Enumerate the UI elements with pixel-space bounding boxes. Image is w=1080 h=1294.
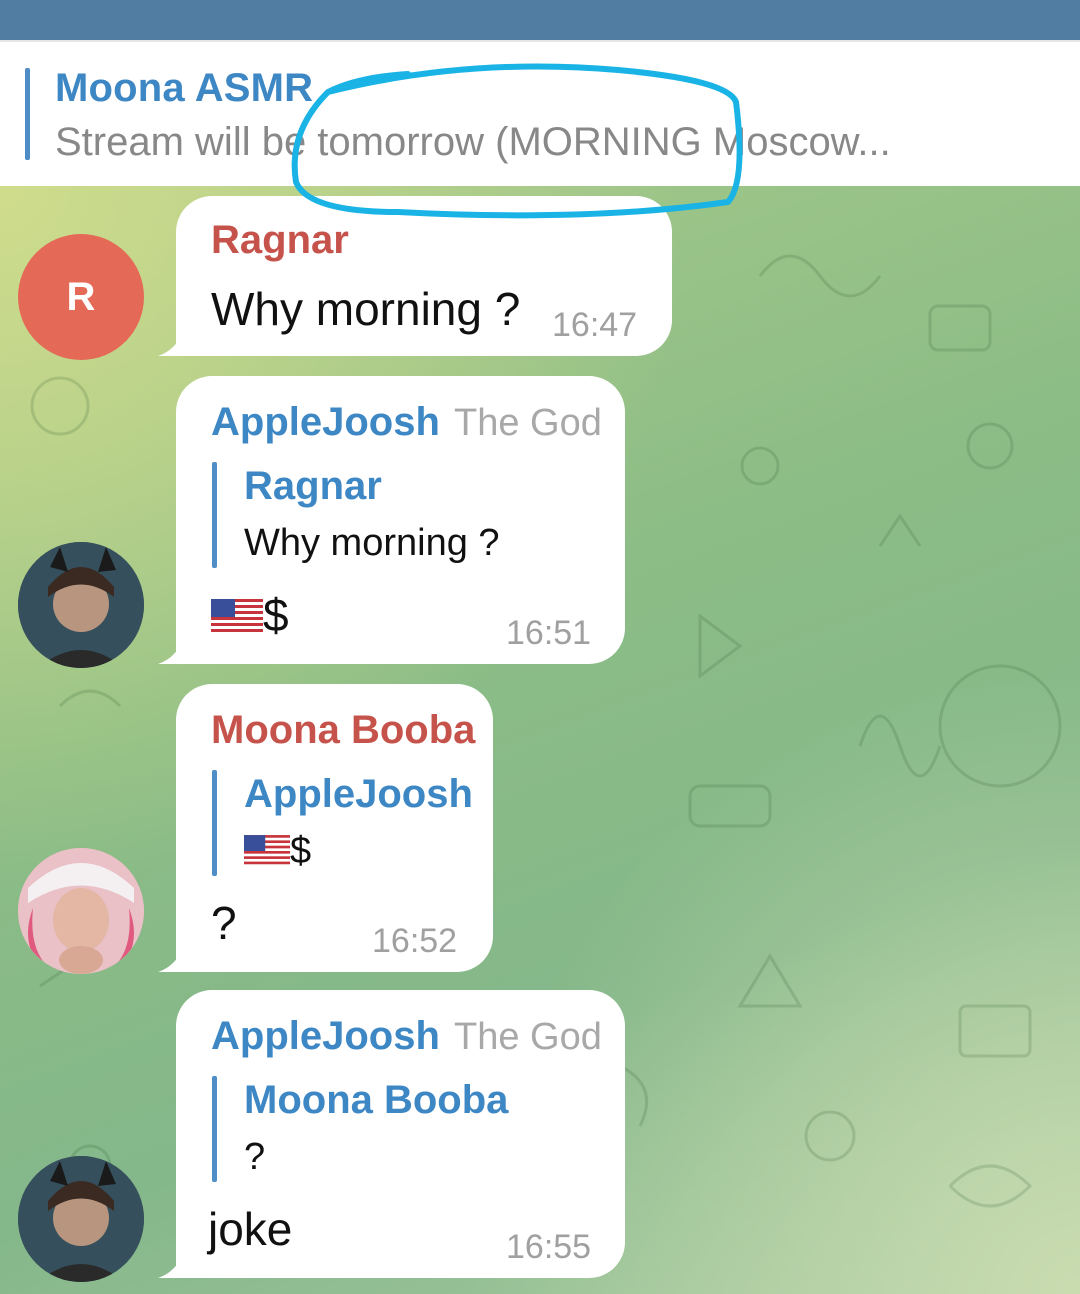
reply-text: $ — [290, 830, 312, 872]
reply-sender: AppleJoosh — [244, 772, 473, 816]
reply-sender: Ragnar — [244, 464, 382, 508]
message-text: ? — [211, 897, 237, 949]
reply-sender: Moona Booba — [244, 1078, 509, 1122]
message-text: joke — [208, 1203, 293, 1255]
reply-accent-line — [212, 462, 217, 568]
message-content: $ — [211, 588, 289, 642]
top-app-bar — [0, 0, 1080, 40]
avatar[interactable] — [18, 1156, 144, 1282]
pinned-message-bar[interactable]: Moona ASMR Stream will be tomorrow (MORN… — [0, 40, 1080, 186]
bubble-tail — [158, 330, 184, 356]
pinned-accent-line — [25, 68, 30, 160]
message-time: 16:52 — [372, 922, 458, 960]
avatar[interactable] — [18, 848, 144, 974]
message-sender[interactable]: AppleJoosh — [211, 1014, 440, 1059]
admin-title: The God — [454, 402, 602, 444]
message-bubble[interactable]: Moona Booba AppleJoosh $ ? 16:52 — [158, 684, 493, 972]
message-text: $ — [263, 589, 289, 641]
user-photo-icon — [18, 848, 144, 974]
reply-text: Why morning ? — [244, 522, 500, 564]
message-sender[interactable]: Moona Booba — [211, 708, 475, 753]
reply-accent-line — [212, 770, 217, 876]
us-flag-icon — [211, 599, 263, 635]
reply-content: $ — [244, 830, 311, 873]
message-sender[interactable]: AppleJoosh — [211, 400, 440, 445]
avatar[interactable]: R — [18, 234, 144, 360]
message-time: 16:47 — [552, 306, 638, 344]
message-sender[interactable]: Ragnar — [211, 218, 349, 263]
message-bubble[interactable]: AppleJoosh The God Ragnar Why morning ? … — [158, 376, 625, 664]
message-time: 16:55 — [506, 1228, 592, 1266]
message-text: Why morning ? — [211, 283, 521, 335]
user-photo-icon — [18, 1156, 144, 1282]
pinned-text: Stream will be tomorrow (MORNING Moscow.… — [55, 120, 891, 164]
bubble-tail — [158, 946, 184, 972]
user-photo-icon — [18, 542, 144, 668]
pinned-title: Moona ASMR — [55, 66, 314, 110]
avatar[interactable] — [18, 542, 144, 668]
bubble-tail — [158, 638, 184, 664]
message-time: 16:51 — [506, 614, 592, 652]
bubble-tail — [158, 1252, 184, 1278]
message-bubble[interactable]: AppleJoosh The God Moona Booba ? joke 16… — [158, 990, 625, 1278]
admin-title: The God — [454, 1016, 602, 1058]
avatar-letter: R — [66, 274, 96, 319]
reply-text: ? — [244, 1136, 266, 1178]
message-bubble[interactable]: Ragnar Why morning ? 16:47 — [158, 196, 672, 356]
us-flag-icon — [244, 835, 290, 867]
reply-accent-line — [212, 1076, 217, 1182]
